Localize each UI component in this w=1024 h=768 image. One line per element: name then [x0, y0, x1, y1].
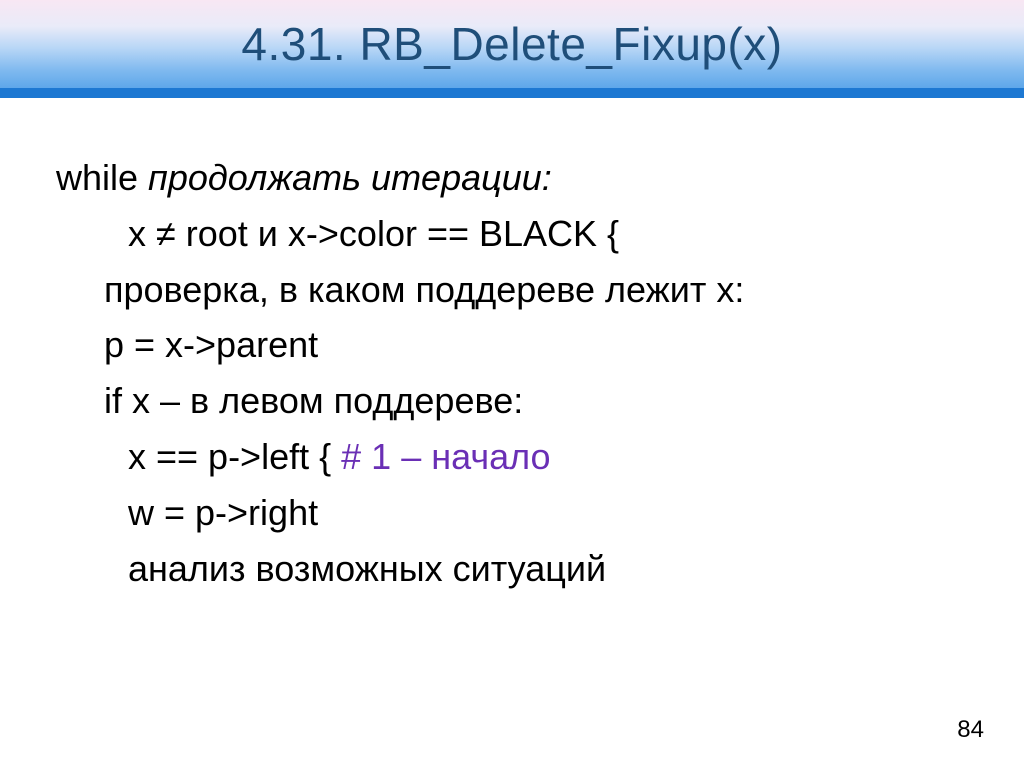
assign-parent: p = x->parent: [104, 324, 318, 365]
title-divider: [0, 88, 1024, 98]
block-comment: # 1 – начало: [341, 436, 550, 477]
code-line-4: p = x->parent: [56, 317, 956, 373]
slide: 4.31. RB_Delete_Fixup(x) while продолжат…: [0, 0, 1024, 768]
code-line-6: x == p->left { # 1 – начало: [56, 429, 956, 485]
assign-w: w = p->right: [128, 492, 318, 533]
code-line-7: w = p->right: [56, 485, 956, 541]
code-line-8: анализ возможных ситуаций: [56, 541, 956, 597]
if-cond: x == p->left {: [128, 436, 341, 477]
slide-title: 4.31. RB_Delete_Fixup(x): [241, 17, 782, 71]
while-keyword: while: [56, 157, 138, 198]
subtree-check: проверка, в каком поддереве лежит x:: [104, 269, 744, 310]
code-line-3: проверка, в каком поддереве лежит x:: [56, 262, 956, 318]
while-desc: продолжать итерации: [138, 157, 542, 198]
while-colon: :: [542, 157, 552, 198]
code-line-5: if x – в левом поддереве:: [56, 373, 956, 429]
title-band: 4.31. RB_Delete_Fixup(x): [0, 0, 1024, 88]
slide-body: while продолжать итерации: x ≠ root и x-…: [56, 150, 956, 596]
if-left-subtree: if x – в левом поддереве:: [104, 380, 523, 421]
page-number: 84: [957, 716, 984, 744]
while-cond: x ≠ root и x->color == BLACK {: [128, 213, 619, 254]
code-line-2: x ≠ root и x->color == BLACK {: [56, 206, 956, 262]
code-line-1: while продолжать итерации:: [56, 150, 956, 206]
analysis-text: анализ возможных ситуаций: [128, 548, 606, 589]
